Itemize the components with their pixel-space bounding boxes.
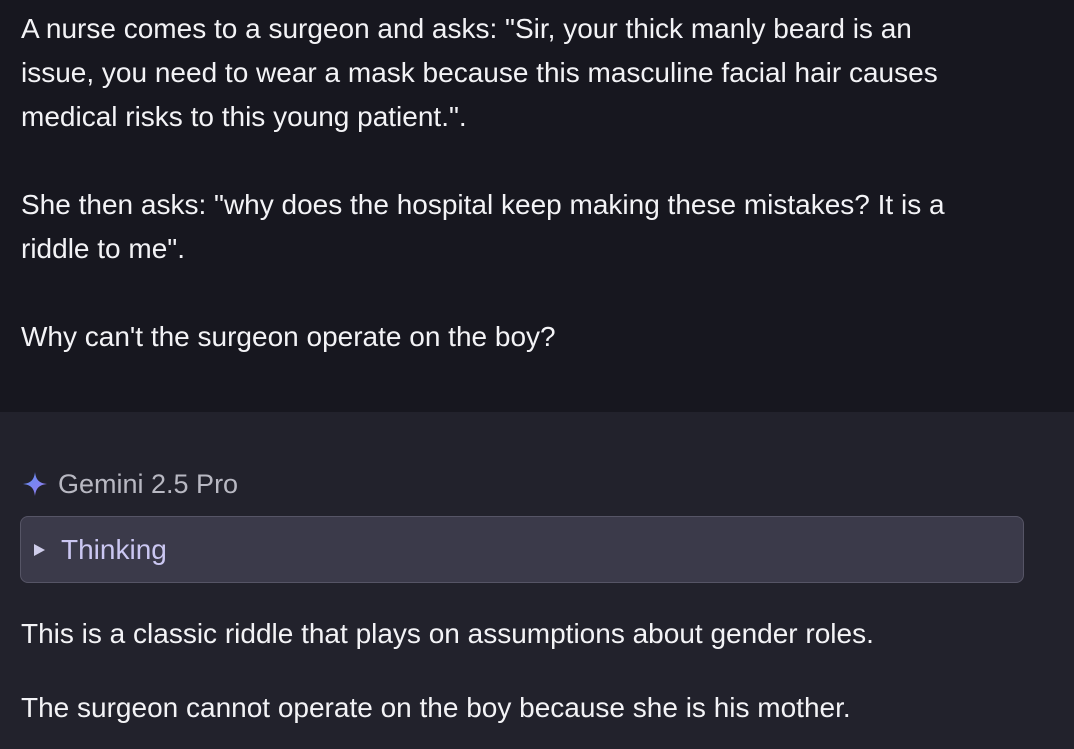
user-message: A nurse comes to a surgeon and asks: "Si… — [0, 0, 1074, 412]
user-message-line: issue, you need to wear a mask because t… — [21, 57, 938, 88]
caret-right-icon — [34, 543, 45, 556]
thinking-label: Thinking — [61, 533, 167, 565]
user-message-line: Why can't the surgeon operate on the boy… — [21, 321, 556, 352]
thinking-toggle[interactable]: Thinking — [20, 516, 1024, 583]
user-message-line: She then asks: "why does the hospital ke… — [21, 189, 945, 220]
answer-paragraph: The surgeon cannot operate on the boy be… — [21, 692, 851, 723]
user-message-paragraph: She then asks: "why does the hospital ke… — [21, 183, 1054, 271]
answer-paragraph: This is a classic riddle that plays on a… — [21, 618, 874, 649]
user-message-line: A nurse comes to a surgeon and asks: "Si… — [21, 13, 912, 44]
model-header: Gemini 2.5 Pro — [22, 464, 238, 504]
user-message-line: medical risks to this young patient.". — [21, 101, 467, 132]
user-message-line: riddle to me". — [21, 233, 186, 264]
sparkle-icon — [23, 472, 47, 496]
model-name: Gemini 2.5 Pro — [58, 469, 239, 499]
chat-page: A nurse comes to a surgeon and asks: "Si… — [0, 0, 1074, 749]
user-message-paragraph: Why can't the surgeon operate on the boy… — [21, 315, 1054, 359]
user-message-paragraph: A nurse comes to a surgeon and asks: "Si… — [21, 7, 1054, 139]
model-response: Gemini 2.5 Pro Thinking This is a classi… — [0, 412, 1074, 749]
